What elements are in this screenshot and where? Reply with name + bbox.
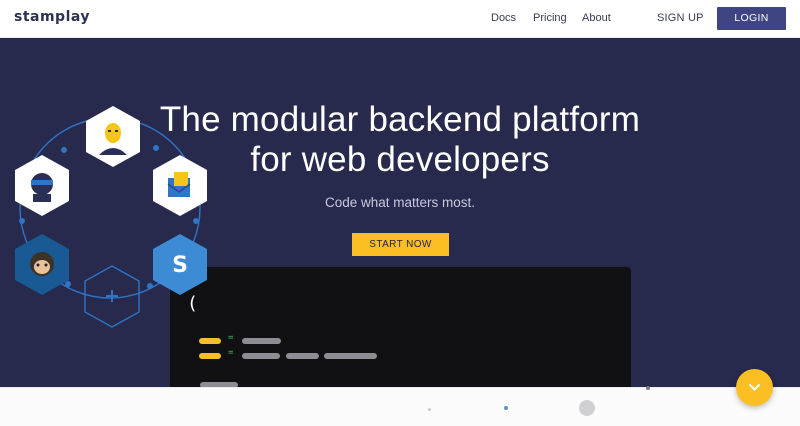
code-equals: = [228,348,234,358]
user-avatar-icon [86,106,140,167]
integrations-hex-network: S [15,106,207,328]
ninja-icon [15,155,69,216]
code-value-bar [242,338,281,344]
hero-title-line-2: for web developers [250,140,550,179]
bottom-strip [0,386,800,426]
stamplay-logo[interactable]: stamplay [14,9,90,25]
nav-link-docs[interactable]: Docs [491,12,516,24]
hero-subtitle: Code what matters most. [324,195,476,210]
decorative-dot [579,400,595,416]
decorative-dot [646,386,650,390]
stamplay-s-icon: S [153,234,207,295]
code-value-bar [286,353,319,359]
nav-link-pricing[interactable]: Pricing [533,12,567,24]
code-keyword-bar [199,353,221,359]
top-nav-bar: stamplay Docs Pricing About SIGN UP LOGI… [0,0,800,38]
code-keyword-bar [199,338,221,344]
svg-text:S: S [172,253,188,278]
start-now-button[interactable]: START NOW [352,233,449,256]
chevron-down-icon [749,384,760,391]
code-value-bar [324,353,377,359]
decorative-dot [504,406,508,410]
code-value-bar [242,353,280,359]
nav-link-about[interactable]: About [582,12,611,24]
decorative-dot [428,408,431,411]
signup-link[interactable]: SIGN UP [657,12,704,24]
login-button[interactable]: LOGIN [717,7,786,30]
scroll-down-button[interactable] [736,369,773,406]
email-icon [153,155,207,216]
mailchimp-icon [15,234,69,295]
